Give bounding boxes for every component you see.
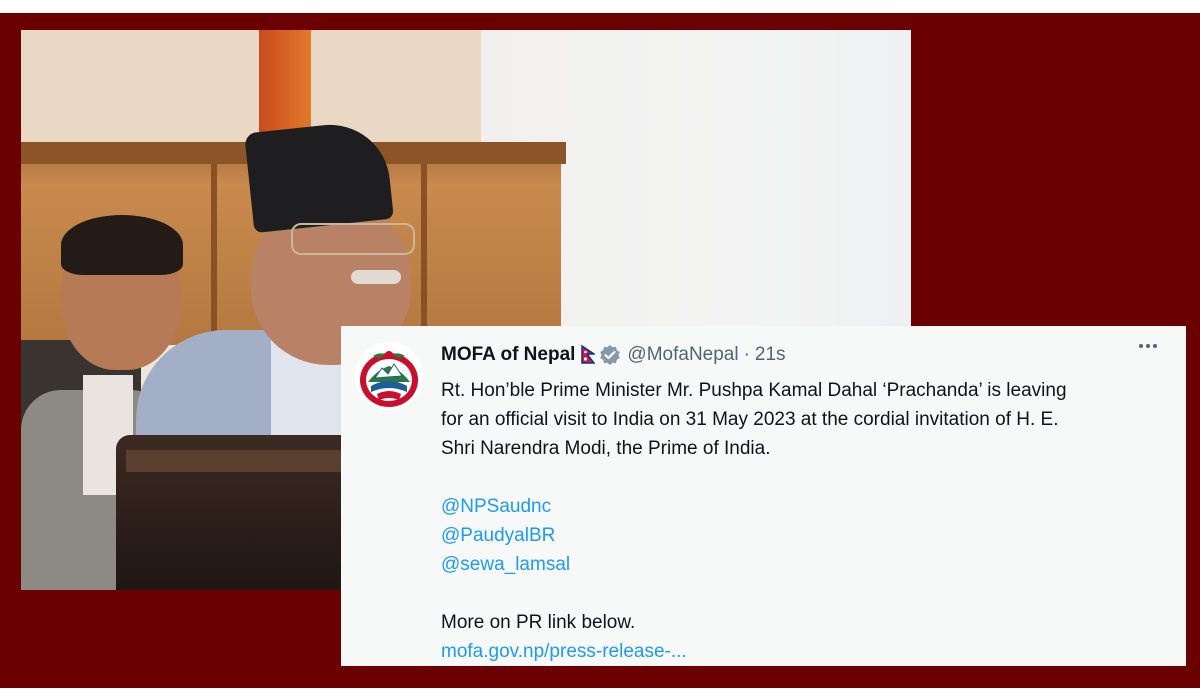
more-text: More on PR link below. (441, 612, 636, 633)
tweet-card[interactable]: MOFA of Nepal @MofaNepal · 21s Rt. Hon’b… (341, 326, 1186, 666)
tweet-text: Rt. Hon’ble Prime Minister Mr. Pushpa Ka… (441, 376, 1161, 666)
nepal-emblem-icon[interactable] (355, 342, 423, 410)
mention-link[interactable]: @NPSaudnc (441, 492, 1161, 521)
press-release-link[interactable]: mofa.gov.np/press-release-... (441, 637, 1161, 666)
tweet-text-line: Rt. Hon’ble Prime Minister Mr. Pushpa Ka… (441, 380, 1067, 401)
tweet-text-line: Shri Narendra Modi, the Prime of India. (441, 438, 771, 459)
user-handle[interactable]: @MofaNepal (627, 344, 738, 366)
timestamp[interactable]: 21s (755, 344, 786, 366)
nepal-flag-icon (581, 344, 597, 365)
mention-link[interactable]: @PaudyalBR (441, 521, 1161, 550)
separator-dot: · (743, 344, 750, 365)
more-options-icon[interactable] (1139, 344, 1157, 348)
tweet-text-line: for an official visit to India on 31 May… (441, 409, 1059, 430)
display-name[interactable]: MOFA of Nepal (441, 344, 575, 366)
mention-link[interactable]: @sewa_lamsal (441, 550, 1161, 579)
verified-badge-icon[interactable] (599, 344, 621, 366)
